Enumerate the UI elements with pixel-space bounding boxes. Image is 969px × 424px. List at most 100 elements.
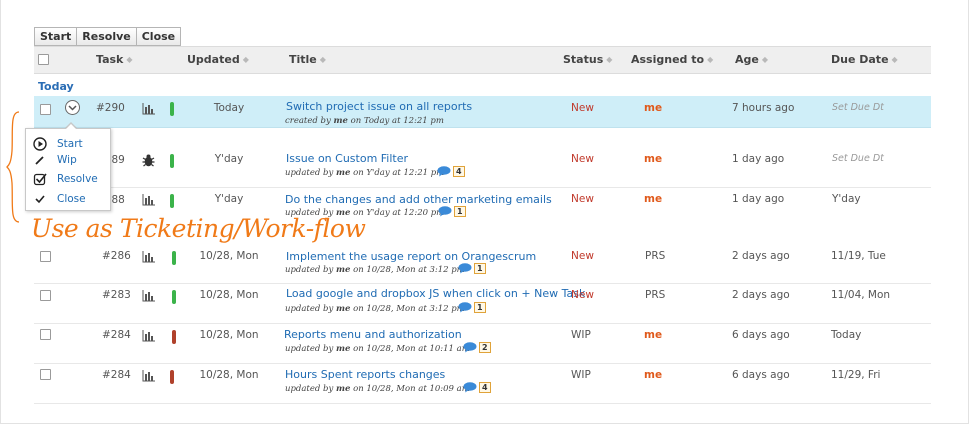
table-row[interactable]: #289 Y'day Issue on Custom Filter update… [34, 148, 931, 188]
updated-date: 10/28, Mon [199, 250, 259, 262]
row-checkbox[interactable] [40, 369, 51, 380]
status-badge: New [571, 193, 594, 205]
column-header-updated[interactable]: Updated ◆ [187, 47, 249, 73]
pencil-icon [35, 156, 44, 165]
set-due-date-link[interactable]: Set Due Dt [832, 102, 884, 113]
table-row[interactable]: #284 10/28, Mon Hours Spent reports chan… [34, 364, 931, 404]
annotation-brace [6, 111, 20, 223]
table-row[interactable]: #286 10/28, Mon Implement the usage repo… [34, 244, 931, 284]
task-meta: updated by me on 10/28, Mon at 10:09 am [285, 384, 470, 394]
assignee[interactable]: me [644, 193, 662, 205]
updated-date: Y'day [214, 193, 244, 205]
comment-count[interactable]: 2 [463, 342, 491, 353]
updated-date: Y'day [214, 153, 244, 165]
status-badge: WIP [571, 369, 591, 381]
bar-chart-icon[interactable] [142, 290, 156, 302]
due-date[interactable]: 11/19, Tue [831, 250, 886, 262]
task-age: 6 days ago [732, 329, 790, 341]
column-header-assigned[interactable]: Assigned to ◆ [631, 47, 713, 73]
row-checkbox[interactable] [40, 290, 51, 301]
group-label-today: Today [38, 80, 74, 93]
task-meta: updated by me on 10/28, Mon at 3:12 pm [285, 304, 465, 314]
task-meta: created by me on Today at 12:21 pm [285, 116, 444, 126]
table-row[interactable]: #284 10/28, Mon Reports menu and authori… [34, 324, 931, 364]
assignee[interactable]: me [644, 102, 662, 114]
bar-chart-icon[interactable] [142, 251, 156, 263]
comment-count-badge: 4 [453, 166, 465, 177]
select-all-checkbox[interactable] [38, 54, 49, 65]
task-meta: updated by me on 10/28, Mon at 10:11 am [285, 344, 470, 354]
priority-indicator [170, 154, 174, 168]
row-checkbox[interactable] [40, 251, 51, 262]
comment-count-badge: 1 [474, 302, 486, 313]
task-title-link[interactable]: Issue on Custom Filter [286, 152, 408, 165]
assignee[interactable]: PRS [645, 250, 665, 262]
task-title-link[interactable]: Hours Spent reports changes [285, 368, 445, 381]
table-header: Task ◆ Updated ◆ Title ◆ Status ◆ Assigned t… [34, 46, 931, 74]
status-badge: WIP [571, 329, 591, 341]
table-row[interactable]: #290 Today Switch project issue on all r… [34, 96, 931, 128]
task-title-link[interactable]: Switch project issue on all reports [286, 100, 472, 113]
task-title-link[interactable]: Reports menu and authorization [284, 328, 462, 341]
status-badge: New [571, 102, 594, 114]
row-checkbox[interactable] [40, 104, 51, 115]
checkbox-checked-icon [33, 173, 47, 186]
task-meta: updated by me on Y'day at 12:21 pm [285, 168, 445, 178]
column-header-status[interactable]: Status ◆ [563, 47, 612, 73]
task-number: #290 [96, 102, 125, 114]
assignee[interactable]: me [644, 369, 662, 381]
updated-date: 10/28, Mon [199, 369, 259, 381]
column-header-title[interactable]: Title ◆ [289, 47, 326, 73]
bar-chart-icon[interactable] [142, 330, 156, 342]
assignee[interactable]: PRS [645, 289, 665, 301]
set-due-date-link[interactable]: Set Due Dt [832, 153, 884, 164]
bulk-action-toolbar: Start Resolve Close [34, 27, 182, 46]
task-age: 2 days ago [732, 250, 790, 262]
column-header-due-date[interactable]: Due Date ◆ [831, 47, 898, 73]
priority-indicator [172, 330, 176, 344]
play-icon [33, 137, 47, 151]
comment-bubble-icon [438, 206, 452, 217]
task-title-link[interactable]: Do the changes and add other marketing e… [285, 193, 552, 206]
chevron-down-icon[interactable] [65, 100, 80, 115]
assignee[interactable]: me [644, 153, 662, 165]
due-date[interactable]: Y'day [832, 193, 861, 205]
table-row[interactable]: #283 10/28, Mon Load google and dropbox … [34, 284, 931, 324]
task-number: #284 [102, 329, 131, 341]
task-age: 1 day ago [732, 193, 785, 205]
comment-bubble-icon [463, 382, 477, 393]
menu-item-wip[interactable]: Wip [26, 151, 110, 169]
column-header-age[interactable]: Age ◆ [735, 47, 768, 73]
comment-count[interactable]: 1 [458, 263, 486, 274]
comment-bubble-icon [437, 166, 451, 177]
comment-count[interactable]: 4 [437, 166, 465, 177]
menu-item-resolve[interactable]: Resolve [26, 170, 110, 188]
task-title-link[interactable]: Implement the usage report on Orangescru… [286, 250, 536, 263]
bar-chart-icon[interactable] [142, 370, 156, 382]
bar-chart-icon[interactable] [142, 194, 156, 206]
due-date[interactable]: Today [831, 329, 861, 341]
task-number: #283 [102, 289, 131, 301]
start-button[interactable]: Start [34, 27, 78, 46]
comment-count-badge: 1 [454, 206, 466, 217]
row-checkbox[interactable] [40, 329, 51, 340]
comment-bubble-icon [463, 342, 477, 353]
task-title-link[interactable]: Load google and dropbox JS when click on… [286, 287, 585, 300]
priority-indicator [172, 251, 176, 265]
assignee[interactable]: me [644, 329, 662, 341]
comment-count[interactable]: 1 [458, 302, 486, 313]
priority-indicator [170, 194, 174, 208]
resolve-button[interactable]: Resolve [76, 27, 137, 46]
comment-count[interactable]: 4 [463, 382, 491, 393]
popup-pointer-fill [65, 124, 77, 130]
bar-chart-icon[interactable] [142, 103, 156, 115]
bug-icon[interactable] [141, 153, 156, 168]
comment-count[interactable]: 1 [438, 206, 466, 217]
menu-item-close[interactable]: Close [26, 190, 110, 208]
due-date[interactable]: 11/04, Mon [831, 289, 890, 301]
task-age: 6 days ago [732, 369, 790, 381]
column-header-task[interactable]: Task ◆ [96, 47, 133, 73]
comment-bubble-icon [458, 263, 472, 274]
close-button[interactable]: Close [135, 27, 182, 46]
due-date[interactable]: 11/29, Fri [831, 369, 880, 381]
